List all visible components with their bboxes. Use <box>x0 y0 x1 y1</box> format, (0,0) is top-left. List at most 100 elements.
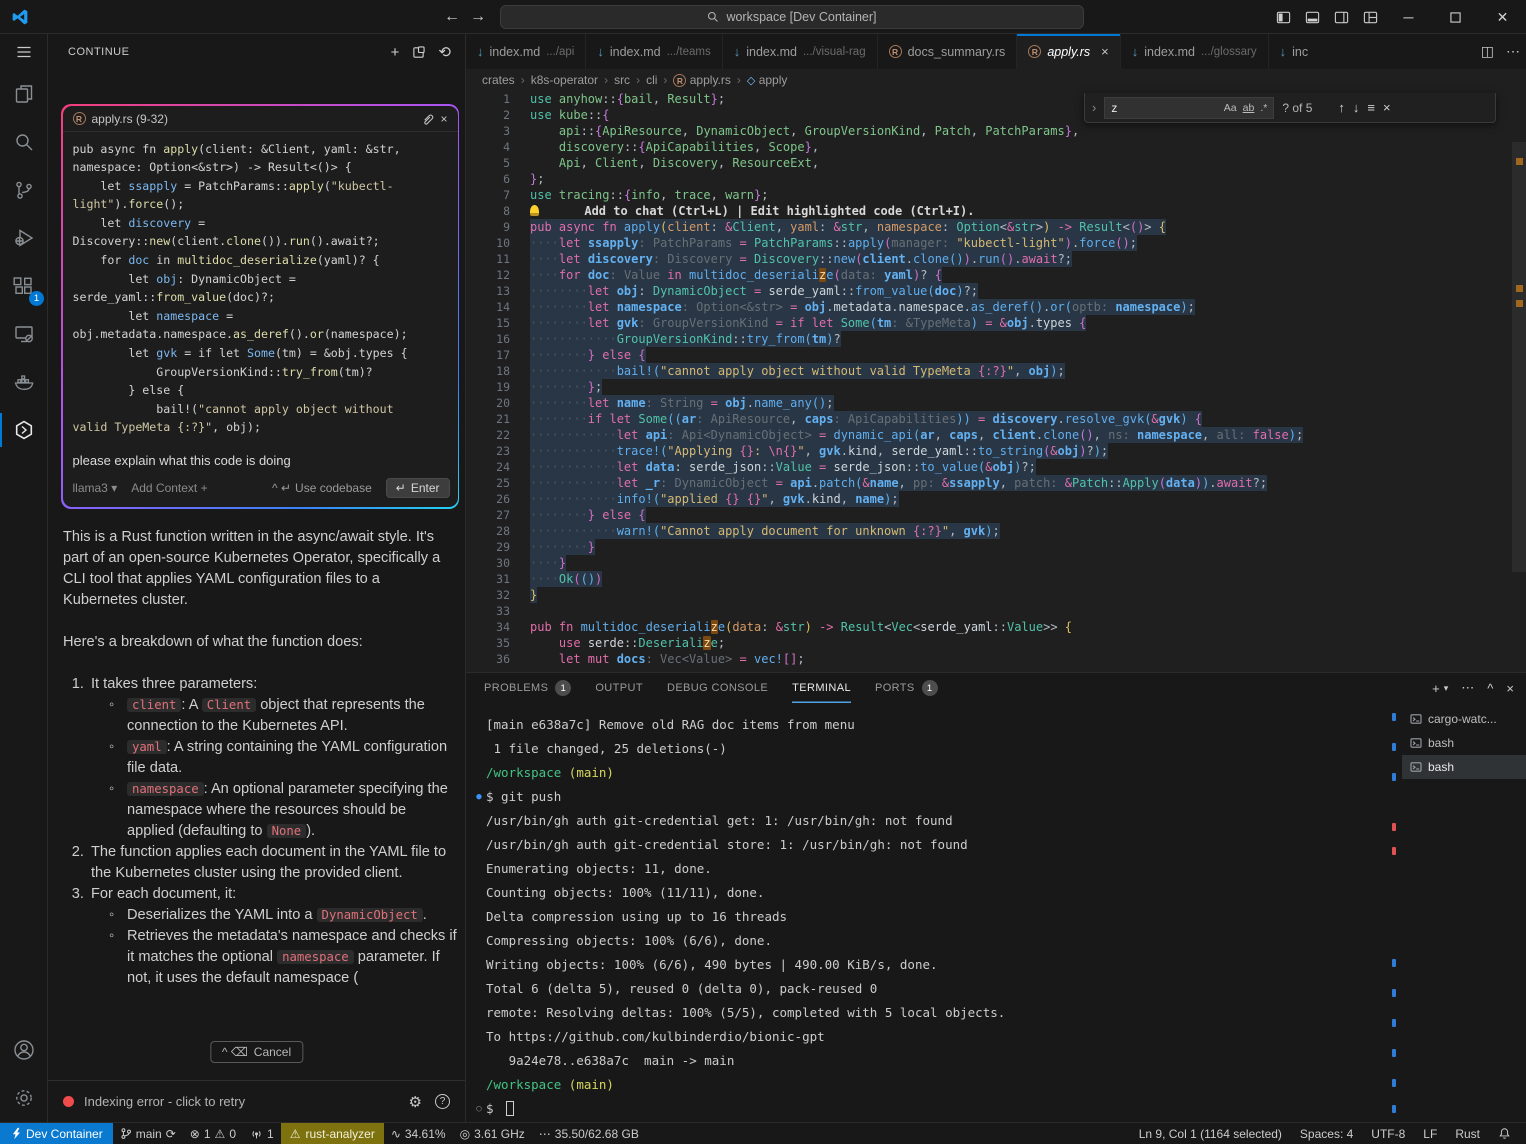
panel-tab-debug-console[interactable]: DEBUG CONSOLE <box>667 673 768 703</box>
code-line[interactable]: Add to chat (Ctrl+L) | Edit highlighted … <box>530 203 974 219</box>
panel-tab-problems[interactable]: PROBLEMS1 <box>484 673 571 703</box>
editor-line[interactable]: 29········} <box>466 539 1512 555</box>
editor-line[interactable]: 20········let name: String = obj.name_an… <box>466 395 1512 411</box>
editor-line[interactable]: 34pub fn multidoc_deserialize(data: &str… <box>466 619 1512 635</box>
code-line[interactable]: ············warn!("Cannot apply document… <box>530 523 1000 539</box>
new-session-icon[interactable]: + <box>391 44 400 61</box>
breadcrumb-item-apply[interactable]: ◇ apply <box>747 73 788 87</box>
maximize-panel-icon[interactable]: ^ <box>1487 681 1493 696</box>
tab-docs_summary.rs[interactable]: Rdocs_summary.rs <box>878 34 1018 69</box>
code-line[interactable]: api::{ApiResource, DynamicObject, GroupV… <box>530 123 1079 139</box>
enter-button[interactable]: ↵Enter <box>386 478 450 498</box>
find-in-selection-icon[interactable]: ≡ <box>1367 100 1375 115</box>
sidebar-item-explorer[interactable] <box>0 70 48 118</box>
terminal-tab-cargo-watc-[interactable]: cargo-watc... <box>1402 707 1526 731</box>
code-line[interactable]: discovery::{ApiCapabilities, Scope}, <box>530 139 819 155</box>
editor-line[interactable]: 35 use serde::Deserialize; <box>466 635 1512 651</box>
editor-line[interactable]: 16············GroupVersionKind::try_from… <box>466 331 1512 347</box>
settings-gear-icon[interactable] <box>0 1074 48 1122</box>
close-button[interactable]: ✕ <box>1479 0 1526 34</box>
nav-forward-icon[interactable]: → <box>470 8 486 26</box>
editor-line[interactable]: 4 discovery::{ApiCapabilities, Scope}, <box>466 139 1512 155</box>
editor-line[interactable]: 26············info!("applied {} {}", gvk… <box>466 491 1512 507</box>
cpu-status[interactable]: ∿34.61% <box>384 1123 453 1144</box>
paperclip-icon[interactable] <box>421 112 434 125</box>
code-line[interactable]: let mut docs: Vec<Value> = vec![]; <box>530 651 805 667</box>
sidebar-item-source-control[interactable] <box>0 166 48 214</box>
git-branch-status[interactable]: main ⟳ <box>113 1123 183 1144</box>
breadcrumb-item-crates[interactable]: crates <box>482 73 515 87</box>
editor-line[interactable]: 8 Add to chat (Ctrl+L) | Edit highlighte… <box>466 203 1512 219</box>
split-editor-icon[interactable]: ◫ <box>1481 43 1494 60</box>
code-line[interactable]: ····} <box>530 555 566 571</box>
code-line[interactable]: ············let api: Api<DynamicObject> … <box>530 427 1303 443</box>
code-line[interactable]: ············let data: serde_json::Value … <box>530 459 1036 475</box>
find-expand-icon[interactable]: › <box>1092 100 1096 115</box>
terminal-tab-bash[interactable]: bash <box>1402 731 1526 755</box>
regex-icon[interactable]: .* <box>1260 102 1267 114</box>
code-line[interactable]: use anyhow::{bail, Result}; <box>530 91 725 107</box>
terminal-dropdown-icon[interactable]: ▾ <box>1444 683 1449 694</box>
editor-line[interactable]: 21········if let Some((ar: ApiResource, … <box>466 411 1512 427</box>
toggle-panel-icon[interactable] <box>1298 0 1327 34</box>
editor-line[interactable]: 36 let mut docs: Vec<Value> = vec![]; <box>466 651 1512 667</box>
maximize-button[interactable] <box>1432 0 1479 34</box>
find-input[interactable]: z Aa ab .* <box>1104 97 1274 119</box>
breadcrumb-item-apply.rs[interactable]: R apply.rs <box>673 73 730 88</box>
help-icon[interactable]: ? <box>435 1094 450 1109</box>
sidebar-item-continue[interactable] <box>0 406 48 454</box>
tab-close-icon[interactable]: × <box>1101 44 1109 59</box>
editor-line[interactable]: 32} <box>466 587 1512 603</box>
remote-indicator[interactable]: Dev Container <box>0 1123 113 1144</box>
code-line[interactable]: }; <box>530 171 544 187</box>
breadcrumb-item-src[interactable]: src <box>614 73 630 87</box>
panel-tab-output[interactable]: OUTPUT <box>595 673 643 703</box>
sidebar-item-search[interactable] <box>0 118 48 166</box>
add-context-button[interactable]: Add Context + <box>131 481 207 495</box>
nav-back-icon[interactable]: ← <box>444 8 460 26</box>
rust-analyzer-status[interactable]: ⚠ rust-analyzer <box>281 1123 384 1144</box>
editor-line[interactable]: 30····} <box>466 555 1512 571</box>
continue-settings-gear-icon[interactable]: ⚙ <box>409 1093 422 1111</box>
eol-status[interactable]: LF <box>1416 1127 1444 1141</box>
close-snippet-icon[interactable]: × <box>440 112 447 126</box>
code-line[interactable]: ····for doc: Value in multidoc_deseriali… <box>530 267 942 283</box>
indexing-error-message[interactable]: Indexing error - click to retry <box>84 1094 245 1109</box>
model-selector[interactable]: llama3 ▾ <box>73 481 118 495</box>
tab-index.md[interactable]: ↓index.md.../api <box>466 34 586 69</box>
close-find-icon[interactable]: × <box>1383 100 1391 115</box>
code-editor[interactable]: 1use anyhow::{bail, Result};2use kube::{… <box>466 91 1512 672</box>
code-line[interactable]: } <box>530 587 537 603</box>
editor-line[interactable]: 23············trace!("Applying {}: \n{}"… <box>466 443 1512 459</box>
code-line[interactable]: ········let name: String = obj.name_any(… <box>530 395 834 411</box>
toggle-primary-sidebar-icon[interactable] <box>1269 0 1298 34</box>
editor-line[interactable]: 11····let discovery: Discovery = Discove… <box>466 251 1512 267</box>
menu-hamburger-icon[interactable] <box>0 34 48 70</box>
freq-status[interactable]: ◎3.61 GHz <box>453 1123 532 1144</box>
ports-status[interactable]: 1 <box>243 1123 281 1144</box>
sidebar-item-run-debug[interactable] <box>0 214 48 262</box>
tab-inc[interactable]: ↓inc <box>1269 34 1323 69</box>
editor-line[interactable]: 27········} else { <box>466 507 1512 523</box>
use-codebase-label[interactable]: Use codebase <box>295 481 372 495</box>
code-line[interactable]: Api, Client, Discovery, ResourceExt, <box>530 155 819 171</box>
customize-layout-icon[interactable] <box>1356 0 1385 34</box>
overview-ruler[interactable] <box>1512 91 1526 672</box>
code-line[interactable]: ········} else { <box>530 507 646 523</box>
editor-line[interactable]: 13········let obj: DynamicObject = serde… <box>466 283 1512 299</box>
more-actions-icon[interactable]: ⋯ <box>1506 43 1520 60</box>
editor-line[interactable]: 25············let _r: DynamicObject = ap… <box>466 475 1512 491</box>
sidebar-item-docker[interactable] <box>0 358 48 406</box>
tab-index.md[interactable]: ↓index.md.../teams <box>586 34 722 69</box>
editor-line[interactable]: 24············let data: serde_json::Valu… <box>466 459 1512 475</box>
code-line[interactable]: use serde::Deserialize; <box>530 635 725 651</box>
editor-line[interactable]: 5 Api, Client, Discovery, ResourceExt, <box>466 155 1512 171</box>
code-line[interactable]: ····let discovery: Discovery = Discovery… <box>530 251 1072 267</box>
editor-line[interactable]: 9pub async fn apply(client: &Client, yam… <box>466 219 1512 235</box>
memory-status[interactable]: ⋯35.50/62.68 GB <box>532 1123 646 1144</box>
terminal-tab-bash[interactable]: bash <box>1402 755 1526 779</box>
language-status[interactable]: Rust <box>1448 1127 1487 1141</box>
code-line[interactable]: ············let _r: DynamicObject = api.… <box>530 475 1267 491</box>
match-case-icon[interactable]: Aa <box>1224 102 1237 114</box>
panel-tab-terminal[interactable]: TERMINAL <box>792 673 851 703</box>
